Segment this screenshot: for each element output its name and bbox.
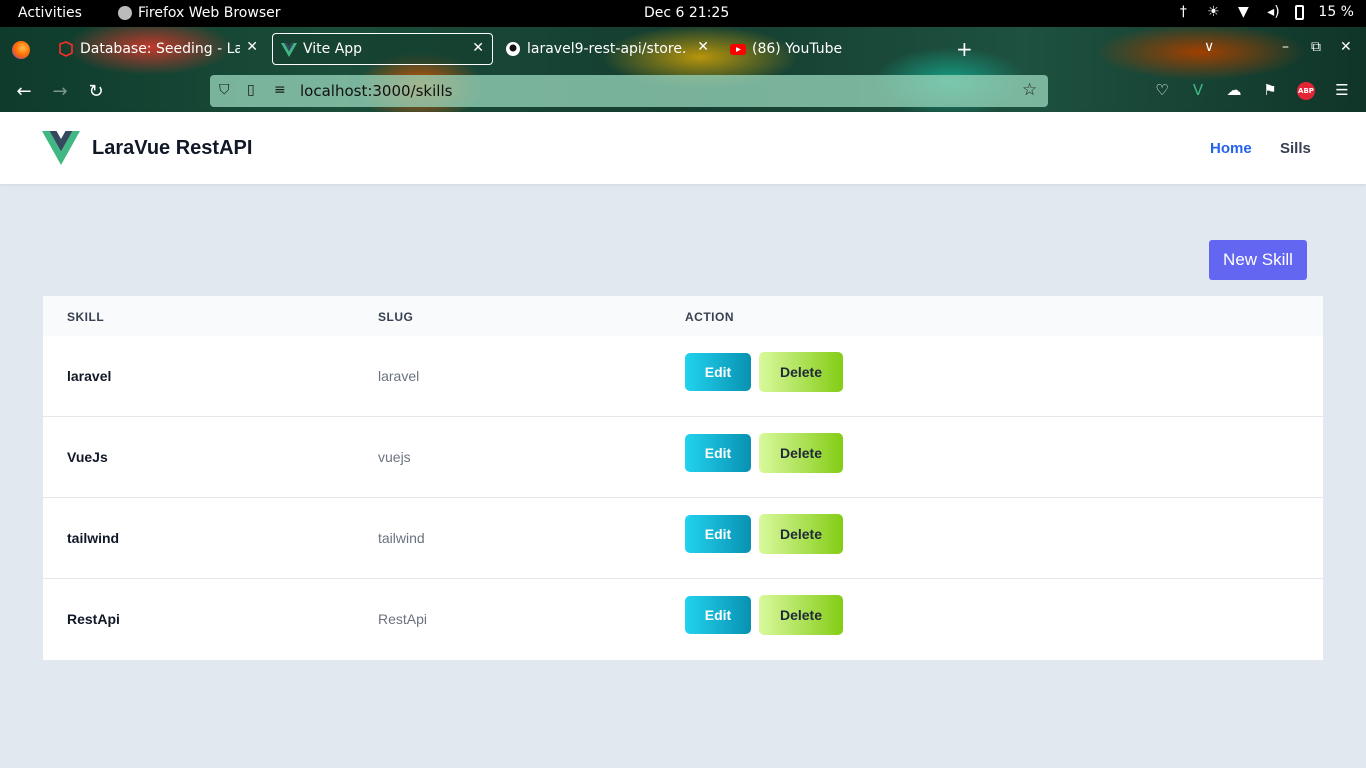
vue-logo[interactable] <box>42 131 80 165</box>
delete-button[interactable]: Delete <box>759 352 843 392</box>
brand-title[interactable]: LaraVue RestAPI <box>92 137 252 160</box>
volume-icon[interactable]: ◂) <box>1265 4 1281 20</box>
reload-icon[interactable]: ↻ <box>85 81 107 102</box>
activities-button[interactable]: Activities <box>18 5 82 21</box>
skill-slug: vuejs <box>378 449 411 465</box>
table-header: SKILL SLUG ACTION <box>43 296 1323 336</box>
navigation-toolbar: ← → ↻ ⛉ ▯ ≡ localhost:3000/skills ☆ ♡ V … <box>0 71 1366 112</box>
column-header-action: ACTION <box>685 310 734 324</box>
brightness-icon[interactable]: ☀ <box>1205 4 1221 20</box>
app-menu[interactable]: Firefox Web Browser <box>118 5 281 21</box>
youtube-icon <box>730 44 746 55</box>
adblock-plus-icon[interactable]: ABP <box>1297 82 1315 100</box>
column-header-slug: SLUG <box>378 310 414 324</box>
bookmark-star-icon[interactable]: ☆ <box>1022 80 1037 100</box>
tab-title: Database: Seeding - Lara <box>80 41 240 57</box>
window-close-icon[interactable]: ✕ <box>1340 39 1352 55</box>
system-top-bar: Activities Firefox Web Browser Dec 6 21:… <box>0 0 1366 27</box>
tab-database-seeding[interactable]: Database: Seeding - Lara ✕ <box>50 33 266 65</box>
table-row: VueJs vuejs Edit Delete <box>43 417 1323 498</box>
close-icon[interactable]: ✕ <box>697 39 709 55</box>
firefox-icon[interactable] <box>12 41 30 59</box>
maximize-icon[interactable]: ⧉ <box>1311 39 1321 55</box>
tab-vite-app[interactable]: Vite App ✕ <box>272 33 493 65</box>
nav-sills-link[interactable]: Sills <box>1280 140 1311 157</box>
skills-table: SKILL SLUG ACTION laravel laravel Edit D… <box>43 296 1323 660</box>
tab-strip: Database: Seeding - Lara ✕ Vite App ✕ la… <box>0 27 1366 71</box>
menu-icon[interactable]: ☰ <box>1332 81 1352 99</box>
battery-icon[interactable] <box>1295 4 1305 20</box>
url-text[interactable]: localhost:3000/skills <box>300 82 452 100</box>
tab-github-repo[interactable]: laravel9-rest-api/store. ✕ <box>497 33 717 65</box>
delete-button[interactable]: Delete <box>759 595 843 635</box>
skill-name: VueJs <box>67 449 108 465</box>
extension-icon[interactable]: ⚑ <box>1260 81 1280 99</box>
skill-name: tailwind <box>67 530 120 546</box>
back-icon[interactable]: ← <box>13 81 35 102</box>
url-bar[interactable]: ⛉ ▯ ≡ localhost:3000/skills ☆ <box>210 75 1048 107</box>
edit-button[interactable]: Edit <box>685 353 751 391</box>
app-menu-label: Firefox Web Browser <box>138 5 281 21</box>
system-tray[interactable]: † ☀ ▼ ◂) 15 % <box>1175 4 1354 20</box>
skill-slug: RestApi <box>378 611 428 627</box>
tab-title: (86) YouTube <box>752 41 843 57</box>
close-icon[interactable]: ✕ <box>246 39 258 55</box>
new-skill-button[interactable]: New Skill <box>1209 240 1307 280</box>
extension-icon[interactable]: ☁ <box>1224 81 1244 99</box>
firefox-mini-icon <box>118 6 132 20</box>
skill-slug: laravel <box>378 368 420 384</box>
permissions-icon[interactable]: ≡ <box>274 82 286 98</box>
column-header-skill: SKILL <box>67 310 105 324</box>
tab-title: Vite App <box>303 41 363 57</box>
skill-slug: tailwind <box>378 530 425 546</box>
battery-percent: 15 % <box>1318 4 1354 20</box>
nav-home-link[interactable]: Home <box>1210 140 1252 157</box>
table-row: RestApi RestApi Edit Delete <box>43 579 1323 660</box>
delete-button[interactable]: Delete <box>759 514 843 554</box>
forward-icon[interactable]: → <box>49 81 71 102</box>
browser-chrome: Database: Seeding - Lara ✕ Vite App ✕ la… <box>0 27 1366 112</box>
new-tab-button[interactable]: + <box>956 37 973 61</box>
skill-name: laravel <box>67 368 112 384</box>
tab-title: laravel9-rest-api/store. <box>527 41 687 57</box>
skill-name: RestApi <box>67 611 120 627</box>
table-row: laravel laravel Edit Delete <box>43 336 1323 417</box>
github-icon <box>506 42 520 56</box>
accessibility-icon[interactable]: † <box>1175 4 1191 20</box>
minimize-icon[interactable]: – <box>1282 39 1289 55</box>
edit-button[interactable]: Edit <box>685 515 751 553</box>
vue-devtools-icon[interactable]: V <box>1188 81 1208 99</box>
laravel-icon <box>59 41 73 57</box>
delete-button[interactable]: Delete <box>759 433 843 473</box>
edit-button[interactable]: Edit <box>685 596 751 634</box>
close-icon[interactable]: ✕ <box>472 40 484 56</box>
page-icon[interactable]: ▯ <box>247 82 255 98</box>
pocket-icon[interactable]: ♡ <box>1152 81 1172 99</box>
app-header: LaraVue RestAPI Home Sills <box>0 112 1366 184</box>
shield-icon[interactable]: ⛉ <box>219 82 230 98</box>
wifi-icon[interactable]: ▼ <box>1235 4 1251 20</box>
vue-icon <box>281 43 297 57</box>
table-row: tailwind tailwind Edit Delete <box>43 498 1323 579</box>
tab-youtube[interactable]: (86) YouTube <box>722 33 922 65</box>
clock[interactable]: Dec 6 21:25 <box>644 5 729 21</box>
edit-button[interactable]: Edit <box>685 434 751 472</box>
list-all-tabs-icon[interactable]: ∨ <box>1204 39 1214 55</box>
